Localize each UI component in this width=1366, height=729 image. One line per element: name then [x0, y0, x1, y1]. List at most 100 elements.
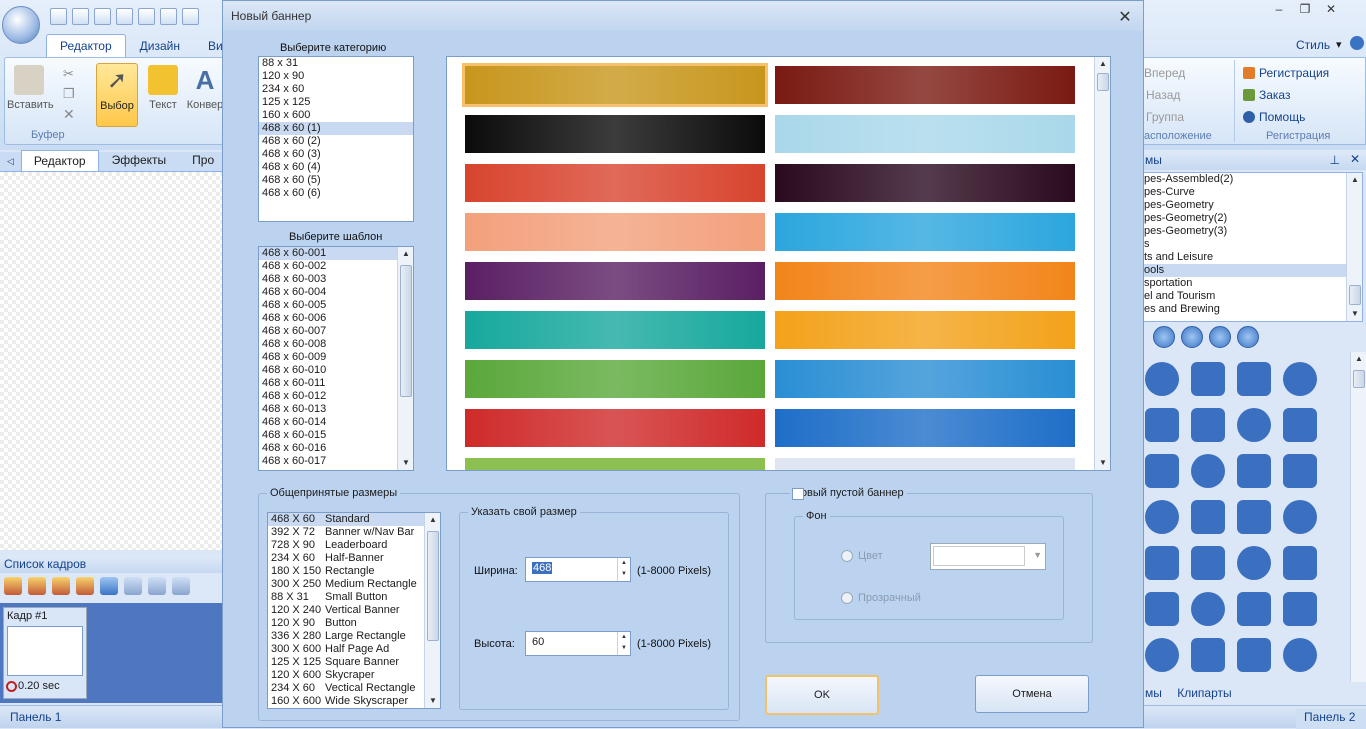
size-item[interactable]: 336 X 280 Large Rectangle	[268, 630, 440, 643]
category-item[interactable]: 88 x 31	[259, 57, 413, 70]
template-item[interactable]: 468 x 60-004	[259, 286, 413, 299]
height-stepper[interactable]: ▲ ▼	[617, 632, 630, 655]
puzzle-shape-icon[interactable]	[1145, 546, 1179, 580]
category-item[interactable]: 468 x 60 (6)	[259, 187, 413, 200]
width-stepper[interactable]: ▲ ▼	[617, 558, 630, 581]
print-icon[interactable]	[138, 8, 155, 25]
text-button[interactable]: Текст	[141, 63, 185, 123]
blank-banner-checkbox[interactable]	[792, 488, 804, 500]
template-item[interactable]: 468 x 60-015	[259, 429, 413, 442]
scrollbar[interactable]: ▲	[1350, 352, 1366, 682]
scroll-thumb[interactable]	[1349, 285, 1361, 305]
close-icon[interactable]: ✕	[1115, 7, 1135, 27]
transparent-radio[interactable]	[841, 592, 853, 604]
scroll-up-icon[interactable]: ▲	[1351, 352, 1366, 366]
banner-template-thumb[interactable]	[775, 458, 1075, 470]
add-frame-icon[interactable]	[4, 577, 22, 595]
template-item[interactable]: 468 x 60-017	[259, 455, 413, 468]
banner-template-thumb[interactable]	[775, 66, 1075, 104]
shape-category-item[interactable]: s	[1144, 238, 1362, 251]
scroll-down-icon[interactable]: ▼	[1347, 307, 1362, 321]
first-icon[interactable]	[1153, 326, 1175, 348]
template-item[interactable]: 468 x 60-010	[259, 364, 413, 377]
biohazard-shape-icon[interactable]	[1145, 408, 1179, 442]
open-icon[interactable]	[72, 8, 89, 25]
category-item[interactable]: 120 x 90	[259, 70, 413, 83]
scroll-up-icon[interactable]: ▲	[398, 247, 413, 261]
scrollbar[interactable]: ▲ ▼	[1094, 57, 1110, 470]
mountain-shape-icon[interactable]	[1191, 362, 1225, 396]
minimize-icon[interactable]: –	[1266, 2, 1292, 20]
insert-frame-icon[interactable]	[52, 577, 70, 595]
gear-shape-icon[interactable]	[1237, 362, 1271, 396]
size-item[interactable]: 234 X 60 Half-Banner	[268, 552, 440, 565]
factory-shape-icon[interactable]	[1283, 362, 1317, 396]
diamonds-shape-icon[interactable]	[1237, 408, 1271, 442]
category-item[interactable]: 468 x 60 (4)	[259, 161, 413, 174]
template-item[interactable]: 468 x 60-005	[259, 299, 413, 312]
shape-category-item[interactable]: sportation	[1144, 277, 1362, 290]
shape-category-item[interactable]: pes-Geometry(3)	[1144, 225, 1362, 238]
cup-shape-icon[interactable]	[1191, 592, 1225, 626]
banner-template-thumb[interactable]	[465, 360, 765, 398]
size-item[interactable]: 300 X 250 Medium Rectangle	[268, 578, 440, 591]
app-menu-button[interactable]	[2, 6, 40, 44]
shape-category-item[interactable]: pes-Geometry	[1144, 199, 1362, 212]
template-item[interactable]: 468 x 60-014	[259, 416, 413, 429]
template-item[interactable]: 468 x 60-016	[259, 442, 413, 455]
monitor-icon[interactable]	[116, 8, 133, 25]
template-item[interactable]: 468 x 60-002	[259, 260, 413, 273]
back-button[interactable]: Назад	[1146, 88, 1180, 102]
dots-shape-icon[interactable]	[1191, 638, 1225, 672]
undo-icon[interactable]	[160, 8, 177, 25]
scroll-thumb[interactable]	[1353, 370, 1365, 388]
banner-template-thumb[interactable]	[465, 262, 765, 300]
shape-category-item[interactable]: pes-Assembled(2)	[1144, 173, 1362, 186]
template-item[interactable]: 468 x 60-009	[259, 351, 413, 364]
group-button[interactable]: Группа	[1146, 110, 1184, 124]
chevron-down-icon[interactable]: ▾	[1336, 38, 1342, 51]
banner-template-thumb[interactable]	[462, 63, 768, 107]
height-field[interactable]: 60 ▲ ▼	[525, 631, 631, 656]
redo-icon[interactable]	[182, 8, 199, 25]
template-item[interactable]: 468 x 60-008	[259, 338, 413, 351]
paste-button[interactable]: Вставить	[7, 63, 54, 123]
banner-template-thumb[interactable]	[775, 360, 1075, 398]
scroll-left-icon[interactable]: ◁	[0, 152, 21, 171]
swirl-shape-icon[interactable]	[1283, 592, 1317, 626]
drop-shape-icon[interactable]	[1145, 362, 1179, 396]
tab-editor[interactable]: Редактор	[46, 34, 126, 58]
size-item[interactable]: 392 X 72 Banner w/Nav Bar	[268, 526, 440, 539]
plane-shape-icon[interactable]	[1283, 454, 1317, 488]
scroll-down-icon[interactable]: ▼	[398, 456, 413, 470]
shape-category-item[interactable]: es and Brewing	[1144, 303, 1362, 316]
maximize-icon[interactable]: ❐	[1292, 2, 1318, 20]
move-right-icon[interactable]	[148, 577, 166, 595]
frame-item[interactable]: Кадр #1 0.20 sec	[3, 607, 87, 699]
duplicate-frame-icon[interactable]	[28, 577, 46, 595]
preview-icon[interactable]	[172, 577, 190, 595]
category-item[interactable]: 234 x 60	[259, 83, 413, 96]
size-item[interactable]: 88 X 31 Small Button	[268, 591, 440, 604]
cut-icon[interactable]: ✂	[63, 66, 74, 82]
ellipse-shape-icon[interactable]	[1145, 592, 1179, 626]
category-item[interactable]: 468 x 60 (1)	[259, 122, 413, 135]
design-canvas[interactable]	[0, 172, 222, 550]
banner-template-thumb[interactable]	[465, 115, 765, 153]
delete-frame-icon[interactable]	[76, 577, 94, 595]
new-icon[interactable]	[50, 8, 67, 25]
template-item[interactable]: 468 x 60-013	[259, 403, 413, 416]
fan-shape-icon[interactable]	[1145, 500, 1179, 534]
scroll-thumb[interactable]	[427, 531, 439, 641]
help-button[interactable]: Помощь	[1259, 110, 1305, 124]
size-item[interactable]: 120 X 90 Button	[268, 617, 440, 630]
tab-editor-panel[interactable]: Редактор	[20, 150, 99, 171]
template-item[interactable]: 468 x 60-001	[259, 247, 413, 260]
sun-rays-shape-icon[interactable]	[1237, 454, 1271, 488]
shape-category-item[interactable]: el and Tourism	[1144, 290, 1362, 303]
tab-effects[interactable]: Эффекты	[99, 149, 180, 171]
template-item[interactable]: 468 x 60-007	[259, 325, 413, 338]
sunburst-shape-icon[interactable]	[1237, 638, 1271, 672]
scroll-down-icon[interactable]: ▼	[1095, 456, 1110, 470]
warning-shape-icon[interactable]	[1237, 546, 1271, 580]
